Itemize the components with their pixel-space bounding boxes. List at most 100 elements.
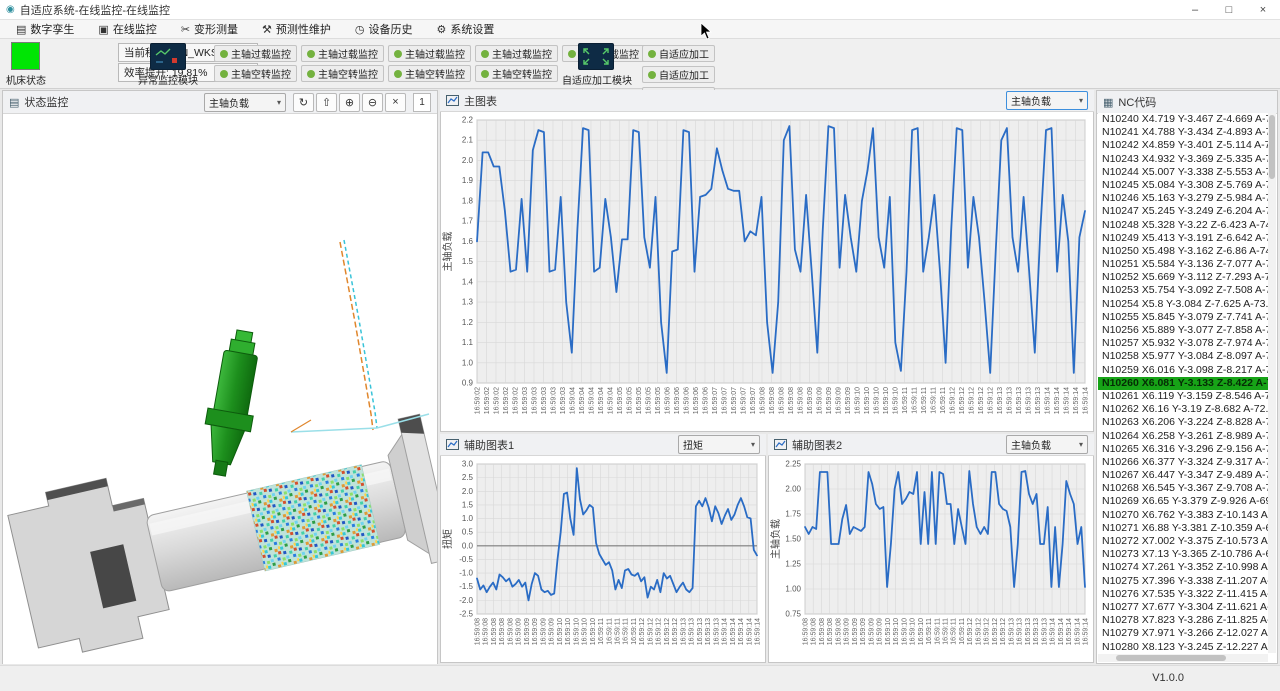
svg-text:16:59:02: 16:59:02	[513, 387, 520, 414]
anomaly-module-icon[interactable]	[150, 43, 186, 70]
nc-row[interactable]: N10268 X6.545 Y-3.367 Z-9.708 A-70.519	[1098, 482, 1276, 495]
nc-row[interactable]: N10259 X6.016 Y-3.098 Z-8.217 A-73.036	[1098, 364, 1276, 377]
nc-row[interactable]: N10267 X6.447 Y-3.347 Z-9.489 A-71.055	[1098, 469, 1276, 482]
idle-monitor-button-1[interactable]: 主轴空转监控	[301, 65, 384, 82]
overload-monitor-button-label: 主轴过载监控	[492, 46, 552, 61]
nc-row[interactable]: N10256 X5.889 Y-3.077 Z-7.858 A-73.348	[1098, 324, 1276, 337]
menu-item-0[interactable]: ▤数字孪生	[6, 21, 84, 38]
chart-icon	[446, 95, 459, 106]
nc-row[interactable]: N10264 X6.258 Y-3.261 Z-8.989 A-72.072	[1098, 430, 1276, 443]
status-dot-icon	[648, 50, 656, 58]
nc-vscroll-thumb[interactable]	[1269, 115, 1275, 179]
nc-row[interactable]: N10252 X5.669 Y-3.112 Z-7.293 A-73.844	[1098, 271, 1276, 284]
nc-row[interactable]: N10245 X5.084 Y-3.308 Z-5.769 A-75.088	[1098, 179, 1276, 192]
maximize-button[interactable]: □	[1212, 0, 1246, 20]
nc-row[interactable]: N10250 X5.498 Y-3.162 Z-6.86 A-74.178 C	[1098, 245, 1276, 258]
viewport-tool-3[interactable]: ⊖	[362, 93, 383, 112]
nc-row[interactable]: N10271 X6.88 Y-3.381 Z-10.359 A-68.711	[1098, 522, 1276, 535]
nc-hscroll-thumb[interactable]	[1116, 655, 1226, 661]
nc-row[interactable]: N10262 X6.16 Y-3.19 Z-8.682 A-72.534 C	[1098, 403, 1276, 416]
svg-text:2.1: 2.1	[462, 136, 474, 145]
svg-text:16:59:13: 16:59:13	[697, 618, 704, 645]
svg-text:16:59:11: 16:59:11	[598, 618, 605, 645]
overload-monitor-button-1[interactable]: 主轴过载监控	[301, 45, 384, 62]
adaptive-machining-button-0[interactable]: 自适应加工	[642, 45, 715, 62]
nc-row[interactable]: N10261 X6.119 Y-3.159 Z-8.546 A-72.701	[1098, 390, 1276, 403]
viewport-tool-0[interactable]: ↻	[293, 93, 314, 112]
nc-row[interactable]: N10243 X4.932 Y-3.369 Z-5.335 A-75.523	[1098, 153, 1276, 166]
toolpath-lines	[291, 240, 429, 432]
svg-text:1.50: 1.50	[785, 535, 801, 544]
nc-row[interactable]: N10280 X8.123 Y-3.245 Z-12.227 A-62.23	[1098, 641, 1276, 654]
menu-item-3[interactable]: ⚒预测性维护	[252, 21, 341, 38]
nc-row[interactable]: N10265 X6.316 Y-3.296 Z-9.156 A-71.771	[1098, 443, 1276, 456]
nc-row[interactable]: N10278 X7.823 Y-3.286 Z-11.825 A-63.73	[1098, 614, 1276, 627]
nc-row[interactable]: N10244 X5.007 Y-3.338 Z-5.553 A-75.297	[1098, 166, 1276, 179]
nc-row[interactable]: N10269 X6.65 Y-3.379 Z-9.926 A-69.947 C	[1098, 495, 1276, 508]
nc-row[interactable]: N10275 X7.396 Y-3.338 Z-11.207 A-65.95	[1098, 575, 1276, 588]
svg-text:16:59:02: 16:59:02	[494, 387, 501, 414]
nc-row[interactable]: N10260 X6.081 Y-3.133 Z-8.422 A-72.835	[1098, 377, 1276, 390]
idle-monitor-button-3[interactable]: 主轴空转监控	[475, 65, 558, 82]
nc-row[interactable]: N10258 X5.977 Y-3.084 Z-8.097 A-73.138	[1098, 350, 1276, 363]
nc-row[interactable]: N10276 X7.535 Y-3.322 Z-11.415 A-65.22	[1098, 588, 1276, 601]
nc-row[interactable]: N10266 X6.377 Y-3.324 Z-9.317 A-71.443	[1098, 456, 1276, 469]
nc-row[interactable]: N10254 X5.8 Y-3.084 Z-7.625 A-73.571 C	[1098, 298, 1276, 311]
idle-monitor-button-0[interactable]: 主轴空转监控	[214, 65, 297, 82]
svg-text:16:59:10: 16:59:10	[910, 618, 917, 645]
minimize-button[interactable]: –	[1178, 0, 1212, 20]
nc-row[interactable]: N10242 X4.859 Y-3.401 Z-5.114 A-75.775	[1098, 139, 1276, 152]
svg-text:16:59:10: 16:59:10	[893, 618, 900, 645]
status-monitor-header: ▤ 状态监控 主轴负载 ▾ ↻⇧⊕⊖× 1	[3, 91, 437, 114]
viewport-tool-1[interactable]: ⇧	[316, 93, 337, 112]
nc-row[interactable]: N10241 X4.788 Y-3.434 Z-4.893 A-76.062	[1098, 126, 1276, 139]
nc-row[interactable]: N10248 X5.328 Y-3.22 Z-6.423 A-74.52 C	[1098, 219, 1276, 232]
overload-monitor-button-0[interactable]: 主轴过载监控	[214, 45, 297, 62]
nc-row[interactable]: N10270 X6.762 Y-3.383 Z-10.143 A-69.34	[1098, 509, 1276, 522]
svg-text:16:59:10: 16:59:10	[565, 618, 572, 645]
menu-item-5[interactable]: ⚙系统设置	[427, 21, 505, 38]
nc-horizontal-scrollbar[interactable]	[1098, 654, 1268, 662]
svg-text:16:59:08: 16:59:08	[499, 618, 506, 645]
nc-row[interactable]: N10251 X5.584 Y-3.136 Z-7.077 A-74.012	[1098, 258, 1276, 271]
main-chart-select[interactable]: 主轴负载 ▾	[1006, 91, 1088, 110]
nc-row[interactable]: N10273 X7.13 Y-3.365 Z-10.786 A-67.372	[1098, 548, 1276, 561]
nc-row[interactable]: N10246 X5.163 Y-3.279 Z-5.984 A-74.892	[1098, 192, 1276, 205]
adaptive-machining-button-1[interactable]: 自适应加工	[642, 66, 715, 83]
nc-row[interactable]: N10263 X6.206 Y-3.224 Z-8.828 A-72.33 C	[1098, 416, 1276, 429]
nc-row[interactable]: N10257 X5.932 Y-3.078 Z-7.974 A-73.243	[1098, 337, 1276, 350]
viewport-tool-4[interactable]: ×	[385, 93, 406, 112]
svg-text:16:59:07: 16:59:07	[750, 387, 757, 414]
nc-row[interactable]: N10249 X5.413 Y-3.191 Z-6.642 A-74.346	[1098, 232, 1276, 245]
menu-item-1[interactable]: ▣在线监控	[88, 21, 166, 38]
nc-row[interactable]: N10240 X4.719 Y-3.467 Z-4.669 A-76.396	[1098, 113, 1276, 126]
menu-item-2[interactable]: ✂变形测量	[171, 21, 248, 38]
svg-text:16:59:12: 16:59:12	[950, 387, 957, 414]
menu-icon-1: ▣	[98, 23, 108, 36]
nc-row[interactable]: N10253 X5.754 Y-3.092 Z-7.508 A-73.677	[1098, 284, 1276, 297]
menu-item-4[interactable]: ◷设备历史	[345, 21, 423, 38]
adaptive-module-icon[interactable]	[578, 43, 614, 70]
svg-text:16:59:09: 16:59:09	[845, 387, 852, 414]
window-title: 自适应系统-在线监控-在线监控	[20, 2, 170, 18]
viewport-signal-select[interactable]: 主轴负载 ▾	[204, 93, 286, 112]
nc-vertical-scrollbar[interactable]	[1268, 113, 1276, 653]
overload-monitor-button-2[interactable]: 主轴过载监控	[388, 45, 471, 62]
close-button[interactable]: ×	[1246, 0, 1280, 20]
svg-text:16:59:12: 16:59:12	[975, 618, 982, 645]
3d-viewport[interactable]	[3, 114, 437, 664]
nc-row[interactable]: N10247 X5.245 Y-3.249 Z-6.204 A-74.701	[1098, 205, 1276, 218]
nc-row[interactable]: N10255 X5.845 Y-3.079 Z-7.741 A-73.458	[1098, 311, 1276, 324]
chevron-down-icon: ▾	[751, 440, 755, 449]
nc-row[interactable]: N10272 X7.002 Y-3.375 Z-10.573 A-68.05	[1098, 535, 1276, 548]
viewport-tool-2[interactable]: ⊕	[339, 93, 360, 112]
idle-monitor-button-2[interactable]: 主轴空转监控	[388, 65, 471, 82]
overload-monitor-button-3[interactable]: 主轴过载监控	[475, 45, 558, 62]
nc-row[interactable]: N10274 X7.261 Y-3.352 Z-10.998 A-66.67	[1098, 561, 1276, 574]
nc-row[interactable]: N10277 X7.677 Y-3.304 Z-11.621 A-64.48	[1098, 601, 1276, 614]
aux1-select[interactable]: 扭矩 ▾	[678, 435, 760, 454]
nc-row[interactable]: N10279 X7.971 Y-3.266 Z-12.027 A-62.98	[1098, 627, 1276, 640]
menu-label-4: 设备历史	[369, 21, 413, 37]
aux2-select[interactable]: 主轴负载 ▾	[1006, 435, 1088, 454]
svg-text:16:59:11: 16:59:11	[921, 387, 928, 414]
